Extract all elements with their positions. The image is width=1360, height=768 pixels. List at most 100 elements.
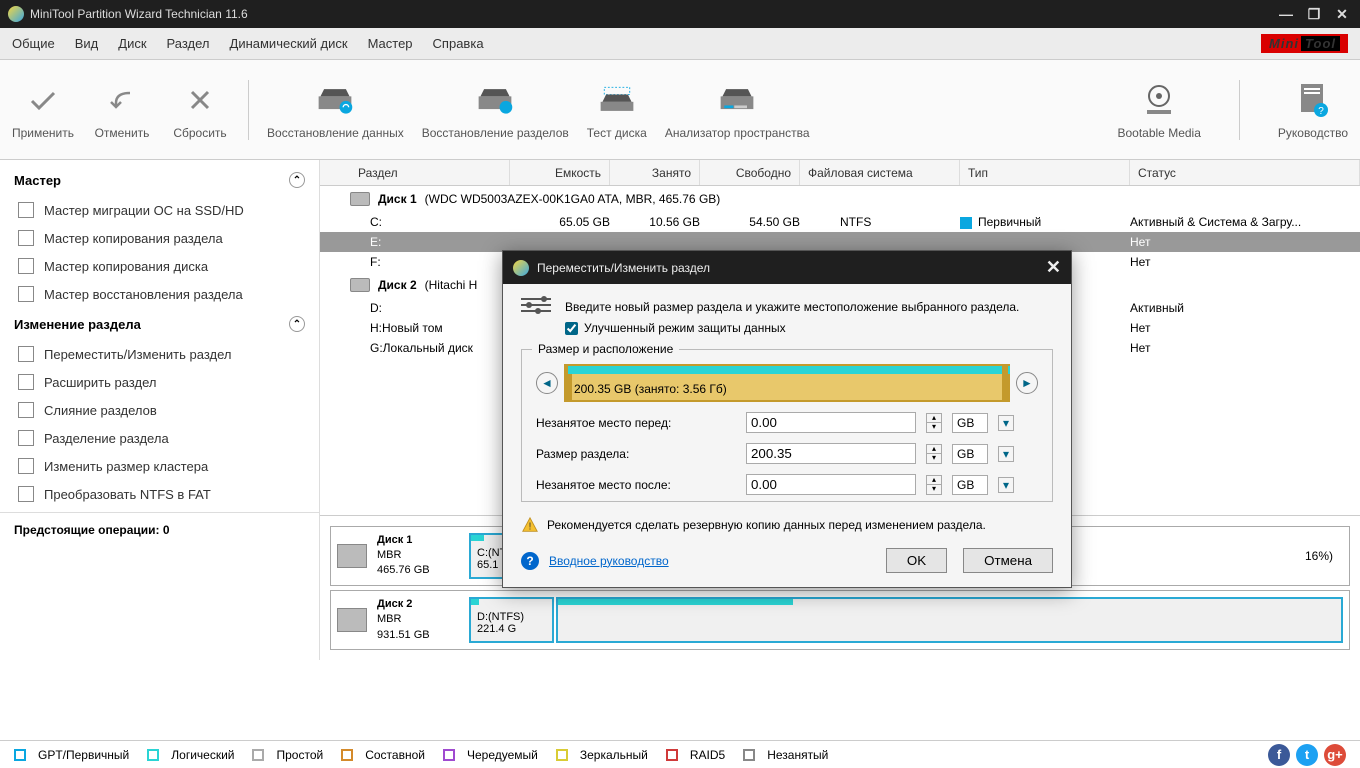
action-icon <box>18 258 34 274</box>
field-label: Незанятое место после: <box>536 478 736 492</box>
minimize-button[interactable]: — <box>1276 6 1296 23</box>
legend-swatch <box>743 749 755 761</box>
help-link[interactable]: Вводное руководство <box>549 554 669 568</box>
menu-help[interactable]: Справка <box>433 36 484 51</box>
legend-item: Логический <box>147 748 234 762</box>
sidebar-item-label: Слияние разделов <box>44 403 157 418</box>
menu-view[interactable]: Вид <box>75 36 99 51</box>
size-input[interactable] <box>746 474 916 495</box>
menu-wizard[interactable]: Мастер <box>368 36 413 51</box>
sidebar-item-label: Мастер копирования раздела <box>44 231 223 246</box>
toolbar: Применить Отменить Сбросить Восстановлен… <box>0 60 1360 160</box>
sidebar-item[interactable]: Разделение раздела <box>0 424 319 452</box>
resize-handle-right[interactable] <box>1002 366 1008 400</box>
menu-dynamic[interactable]: Динамический диск <box>230 36 348 51</box>
partition-row[interactable]: C:65.05 GB10.56 GB54.50 GBNTFSПервичныйА… <box>320 212 1360 232</box>
legend-swatch <box>556 749 568 761</box>
sidebar-item[interactable]: Изменить размер кластера <box>0 452 319 480</box>
col-free[interactable]: Свободно <box>700 160 800 185</box>
col-type[interactable]: Тип <box>960 160 1130 185</box>
move-left-button[interactable]: ◄ <box>536 372 558 394</box>
unit-dropdown[interactable]: ▾ <box>998 477 1014 493</box>
partition-row[interactable]: E:Нет <box>320 232 1360 252</box>
legend-swatch <box>14 749 26 761</box>
move-right-button[interactable]: ► <box>1016 372 1038 394</box>
guide-button[interactable]: ?Руководство <box>1278 80 1348 140</box>
sidebar-item-label: Мастер миграции ОС на SSD/HD <box>44 203 244 218</box>
action-icon <box>18 458 34 474</box>
spinner[interactable]: ▴▾ <box>926 444 942 464</box>
size-input[interactable] <box>746 443 916 464</box>
googleplus-icon[interactable]: g+ <box>1324 744 1346 766</box>
warning-text: Рекомендуется сделать резервную копию да… <box>547 518 986 532</box>
pending-operations: Предстоящие операции: 0 <box>0 512 319 547</box>
apply-button[interactable]: Применить <box>12 80 74 140</box>
action-icon <box>18 230 34 246</box>
sidebar-item-label: Изменить размер кластера <box>44 459 208 474</box>
enhanced-protection-checkbox[interactable]: Улучшенный режим защиты данных <box>565 321 1019 335</box>
col-used[interactable]: Занято <box>610 160 700 185</box>
unit-dropdown[interactable]: ▾ <box>998 415 1014 431</box>
space-analyzer-button[interactable]: Анализатор пространства <box>665 80 810 140</box>
disk-map-row: Диск 2MBR931.51 GBD:(NTFS)221.4 G <box>330 590 1350 650</box>
disk-row[interactable]: Диск 1 (WDC WD5003AZEX-00K1GA0 ATA, MBR,… <box>320 186 1360 212</box>
help-icon[interactable]: ? <box>521 552 539 570</box>
sidebar-item[interactable]: Мастер копирования диска <box>0 252 319 280</box>
ok-button[interactable]: OK <box>886 548 947 573</box>
menu-general[interactable]: Общие <box>12 36 55 51</box>
bootable-media-button[interactable]: Bootable Media <box>1117 80 1200 140</box>
sidebar-item-label: Преобразовать NTFS в FAT <box>44 487 211 502</box>
warning-icon: ! <box>521 516 539 534</box>
spinner[interactable]: ▴▾ <box>926 475 942 495</box>
action-icon <box>18 202 34 218</box>
col-partition[interactable]: Раздел <box>350 160 510 185</box>
partition-bar[interactable]: D:(NTFS)221.4 G <box>469 597 554 643</box>
twitter-icon[interactable]: t <box>1296 744 1318 766</box>
unit-label: GB <box>952 475 988 495</box>
field-label: Размер раздела: <box>536 447 736 461</box>
sidebar-item[interactable]: Мастер восстановления раздела <box>0 280 319 308</box>
legend-item: RAID5 <box>666 748 725 762</box>
sidebar-item[interactable]: Расширить раздел <box>0 368 319 396</box>
sidebar-item-label: Мастер восстановления раздела <box>44 287 243 302</box>
dialog-close-button[interactable]: ✕ <box>1046 257 1061 278</box>
partition-recovery-button[interactable]: Восстановление разделов <box>422 80 569 140</box>
dialog-titlebar[interactable]: Переместить/Изменить раздел ✕ <box>503 251 1071 284</box>
sidebar-group-header[interactable]: Изменение раздела⌃ <box>0 308 319 340</box>
spinner[interactable]: ▴▾ <box>926 413 942 433</box>
action-icon <box>18 430 34 446</box>
sidebar-item[interactable]: Мастер копирования раздела <box>0 224 319 252</box>
discard-button[interactable]: Сбросить <box>170 80 230 140</box>
size-input[interactable] <box>746 412 916 433</box>
unit-dropdown[interactable]: ▾ <box>998 446 1014 462</box>
data-recovery-button[interactable]: Восстановление данных <box>267 80 404 140</box>
col-capacity[interactable]: Емкость <box>510 160 610 185</box>
menu-partition[interactable]: Раздел <box>167 36 210 51</box>
col-status[interactable]: Статус <box>1130 160 1360 185</box>
close-button[interactable]: ✕ <box>1332 6 1352 23</box>
sidebar-group-header[interactable]: Мастер⌃ <box>0 164 319 196</box>
sidebar-item[interactable]: Преобразовать NTFS в FAT <box>0 480 319 508</box>
facebook-icon[interactable]: f <box>1268 744 1290 766</box>
sidebar-item[interactable]: Переместить/Изменить раздел <box>0 340 319 368</box>
legend-swatch <box>666 749 678 761</box>
menu-disk[interactable]: Диск <box>118 36 146 51</box>
cancel-button[interactable]: Отмена <box>963 548 1053 573</box>
partition-bar[interactable] <box>556 597 1343 643</box>
svg-text:!: ! <box>529 522 532 533</box>
unit-label: GB <box>952 413 988 433</box>
maximize-button[interactable]: ❐ <box>1304 6 1324 23</box>
legend-swatch <box>443 749 455 761</box>
action-icon <box>18 346 34 362</box>
sidebar-item[interactable]: Слияние разделов <box>0 396 319 424</box>
sidebar-item-label: Расширить раздел <box>44 375 156 390</box>
sidebar-item-label: Разделение раздела <box>44 431 169 446</box>
col-filesystem[interactable]: Файловая система <box>800 160 960 185</box>
sidebar: Мастер⌃ Мастер миграции ОС на SSD/HD Масте… <box>0 160 320 660</box>
disk-test-button[interactable]: Тест диска <box>587 80 647 140</box>
sidebar-item[interactable]: Мастер миграции ОС на SSD/HD <box>0 196 319 224</box>
legend-item: Чередуемый <box>443 748 538 762</box>
fieldset-legend: Размер и расположение <box>532 342 679 356</box>
undo-button[interactable]: Отменить <box>92 80 152 140</box>
partition-size-bar[interactable]: 200.35 GB (занято: 3.56 Гб) <box>564 364 1010 402</box>
